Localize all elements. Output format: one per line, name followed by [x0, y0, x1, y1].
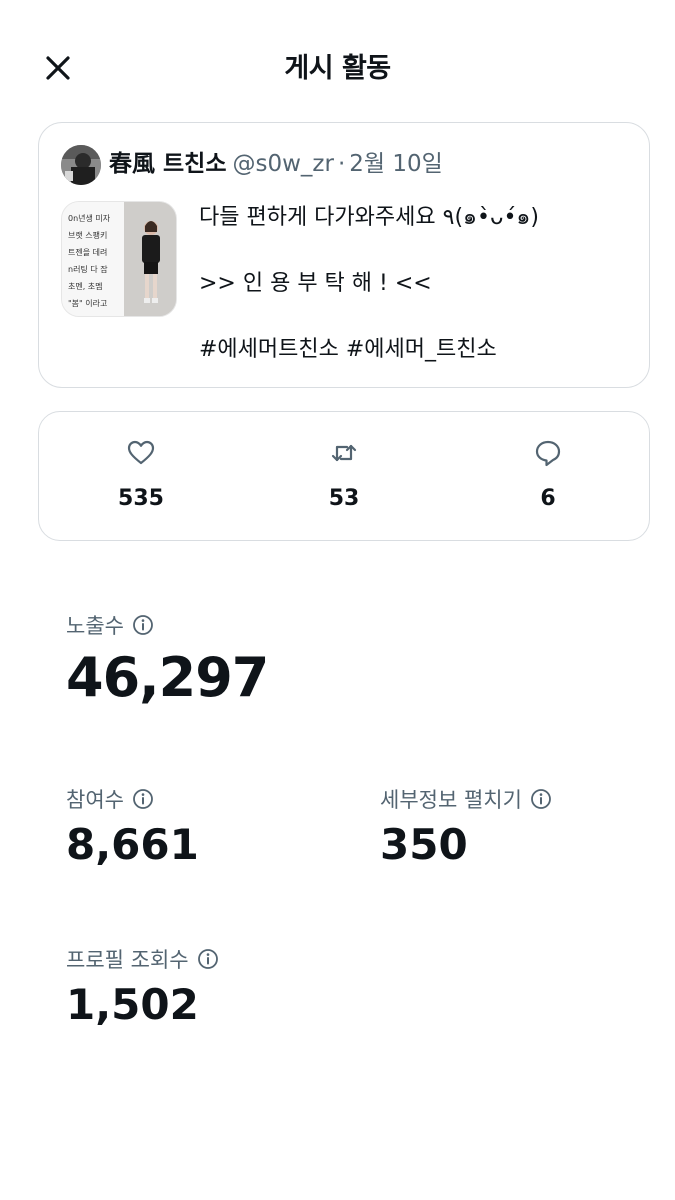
- detail-expands-metric: 세부정보 펼치기 350: [380, 784, 552, 869]
- page-title: 게시 활동: [284, 53, 391, 84]
- retweet-icon: [331, 444, 357, 462]
- impressions-label: 노출수: [66, 614, 124, 638]
- post-hashtags[interactable]: #에세머트친소 #에세머_트친소: [199, 333, 639, 366]
- post-date: 2월 10일: [349, 151, 443, 177]
- reply-icon: [535, 440, 561, 467]
- info-icon[interactable]: [197, 948, 219, 970]
- info-icon[interactable]: [132, 788, 154, 810]
- author-name[interactable]: 春風 트친소: [109, 151, 227, 177]
- quoted-post-card[interactable]: 春風 트친소 @s0w_zr · 2월 10일 0n년생 미자 브랫 스팽키 트젠을 …: [38, 122, 650, 388]
- header: 게시 활동: [0, 0, 675, 130]
- thumbnail-line: "봄" 이라고: [68, 299, 108, 308]
- replies-count: 6: [540, 486, 556, 511]
- info-icon[interactable]: [530, 788, 552, 810]
- profile-visits-value: 1,502: [66, 980, 199, 1029]
- replies-stat[interactable]: 6: [488, 438, 608, 511]
- info-icon[interactable]: [132, 614, 154, 636]
- post-line: >> 인 용 부 탁 해 ! <<: [199, 271, 432, 296]
- post-line: 다들 편하게 다가와주세요 ٩(๑•̀ᴗ•́๑): [199, 205, 539, 230]
- post-author-row: 春風 트친소 @s0w_zr · 2월 10일: [109, 149, 443, 179]
- retweets-stat[interactable]: 53: [284, 438, 404, 511]
- detail-expands-label: 세부정보 펼치기: [380, 788, 522, 812]
- author-handle[interactable]: @s0w_zr: [233, 151, 334, 177]
- thumbnail-photo: [124, 202, 176, 316]
- thumbnail-line: 브랫 스팽키: [68, 231, 108, 240]
- post-text: 다들 편하게 다가와주세요 ٩(๑•̀ᴗ•́๑) >> 인 용 부 탁 해 ! …: [199, 201, 639, 366]
- detail-expands-value: 350: [380, 820, 468, 869]
- thumbnail-line: 초멘, 초멤: [68, 282, 103, 291]
- separator-dot: ·: [337, 151, 346, 177]
- post-thumbnail[interactable]: 0n년생 미자 브랫 스팽키 트젠을 데려 n러팅 다 잡 초멘, 초멤 "봄"…: [61, 201, 177, 317]
- engagements-label: 참여수: [66, 788, 124, 812]
- thumbnail-line: n러팅 다 잡: [68, 265, 108, 274]
- engagements-metric: 참여수 8,661: [66, 784, 199, 869]
- heart-icon: [127, 440, 155, 465]
- retweets-count: 53: [328, 486, 360, 511]
- engagement-summary-card: 535 53 6: [38, 411, 650, 541]
- profile-visits-label: 프로필 조회수: [66, 948, 189, 972]
- thumbnail-text-panel: 0n년생 미자 브랫 스팽키 트젠을 데려 n러팅 다 잡 초멘, 초멤 "봄"…: [62, 202, 124, 316]
- likes-stat[interactable]: 535: [81, 438, 201, 511]
- thumbnail-line: 0n년생 미자: [68, 214, 111, 223]
- thumbnail-line: 트젠을 데려: [68, 248, 108, 257]
- engagements-value: 8,661: [66, 820, 199, 869]
- impressions-value: 46,297: [66, 646, 269, 709]
- likes-count: 535: [118, 486, 164, 511]
- profile-visits-metric: 프로필 조회수 1,502: [66, 944, 219, 1029]
- avatar[interactable]: [61, 145, 101, 185]
- post-activity-page: 게시 활동 春風 트친소 @s0w_zr · 2월 10일 0n년생 미자 브랫 스팽…: [0, 0, 675, 1200]
- impressions-metric: 노출수 46,297: [66, 610, 269, 709]
